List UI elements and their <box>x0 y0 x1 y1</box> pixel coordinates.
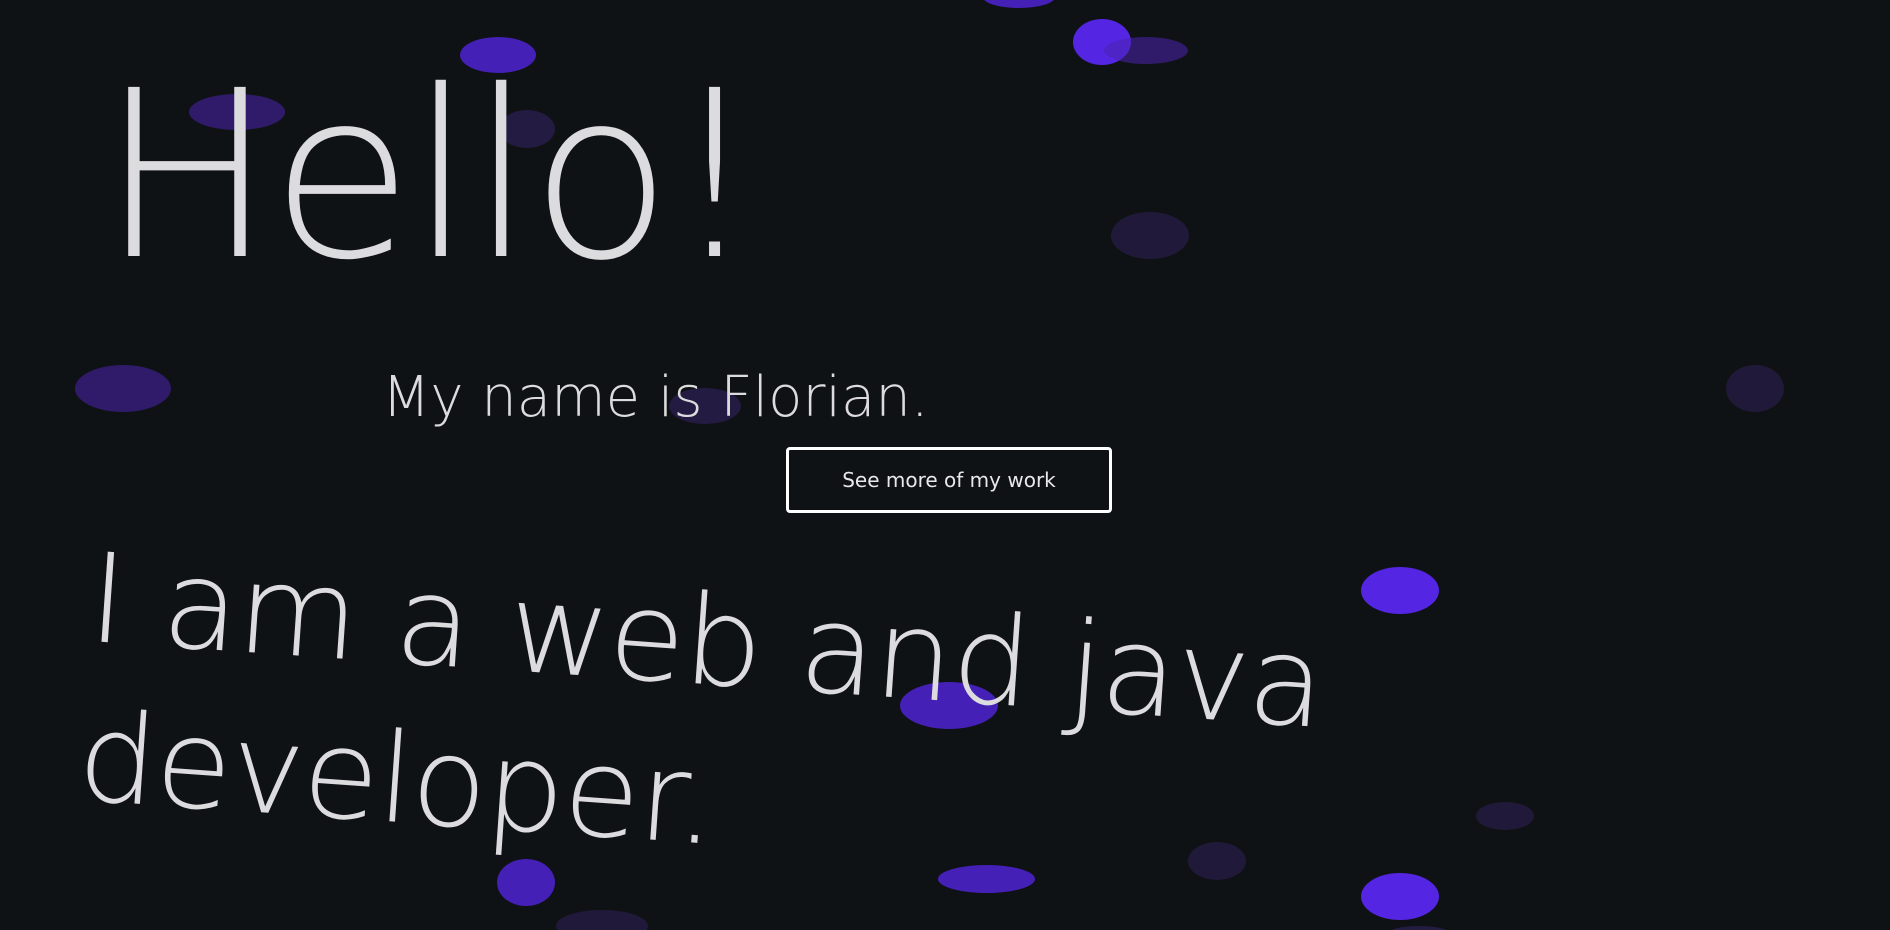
bubble-decoration <box>75 365 171 412</box>
bubble-decoration <box>556 910 648 930</box>
bubble-decoration <box>1726 365 1784 412</box>
bubble-decoration <box>1073 19 1131 65</box>
landing-page: Hello! My name is Florian. See more of m… <box>0 0 1890 930</box>
bubble-decoration <box>1361 567 1439 614</box>
see-more-work-button[interactable]: See more of my work <box>786 447 1112 513</box>
bubble-decoration <box>983 0 1055 8</box>
hero-greeting: Hello! <box>100 41 761 311</box>
bubble-decoration <box>1361 873 1439 920</box>
bubble-decoration <box>1476 802 1534 830</box>
bubble-decoration <box>1111 212 1189 259</box>
bubble-decoration <box>1104 37 1188 64</box>
bubble-decoration <box>1389 926 1449 930</box>
hero-tagline: I am a web and java developer. <box>73 526 1329 874</box>
hero-name-line: My name is Florian. <box>382 365 929 430</box>
